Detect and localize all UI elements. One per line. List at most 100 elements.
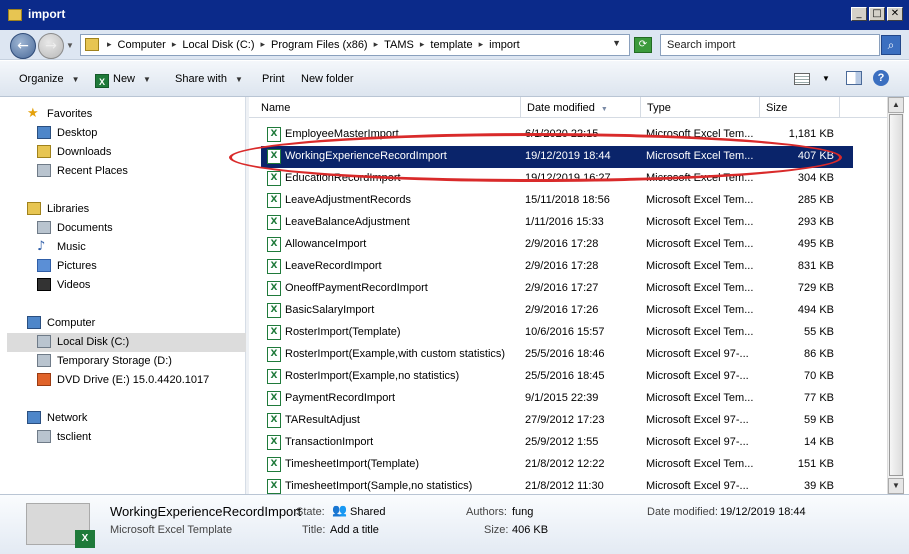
column-date-modified[interactable]: Date modified ▼ — [521, 97, 641, 118]
nav-downloads[interactable]: Downloads — [7, 143, 246, 162]
detail-date-value: 19/12/2019 18:44 — [720, 506, 806, 518]
file-name: BasicSalaryImport — [285, 304, 375, 316]
column-name[interactable]: Name — [255, 97, 521, 118]
forward-button[interactable]: → — [38, 33, 64, 59]
file-row[interactable]: X RosterImport(Example,no statistics) 25/5… — [249, 366, 887, 388]
close-button[interactable]: ✕ — [887, 7, 903, 21]
chevron-right-icon[interactable]: ▸ — [479, 39, 484, 51]
file-row[interactable]: X RosterImport(Example,with custom statis… — [249, 344, 887, 366]
nav-documents[interactable]: Documents — [7, 219, 246, 238]
detail-authors-value[interactable]: fung — [512, 506, 533, 518]
crumb-template[interactable]: template — [430, 39, 472, 51]
excel-file-icon: X — [267, 435, 281, 450]
nav-dvd-drive[interactable]: DVD Drive (E:) 15.0.4420.1017 — [7, 371, 246, 390]
file-name: TimesheetImport(Template) — [285, 458, 420, 470]
crumb-tams[interactable]: TAMS — [384, 39, 414, 51]
chevron-right-icon[interactable]: ▸ — [107, 39, 112, 51]
back-button[interactable]: ← — [10, 33, 36, 59]
new-button[interactable]: X New ▼ — [95, 73, 151, 88]
search-input[interactable]: Search import — [660, 34, 880, 56]
address-bar[interactable]: ▸ Computer ▸ Local Disk (C:) ▸ Program F… — [80, 34, 630, 56]
network-share-icon — [37, 430, 51, 443]
scroll-down-button[interactable]: ▼ — [888, 478, 904, 494]
file-row[interactable]: X RosterImport(Template) 10/6/2016 15:57 Mi… — [249, 322, 887, 344]
file-type: Microsoft Excel Tem... — [646, 194, 754, 206]
address-row: ← → ▼ ▸ Computer ▸ Local Disk (C:) ▸ Pro… — [0, 30, 909, 60]
file-row[interactable]: X EmployeeMasterImport 6/1/2020 22:15 Micro… — [249, 124, 887, 146]
new-label: New — [113, 73, 136, 85]
title-bar: import _ □ ✕ — [0, 0, 909, 30]
nav-label: Downloads — [57, 146, 112, 158]
chevron-down-icon: ▼ — [234, 75, 243, 84]
crumb-computer[interactable]: Computer — [118, 39, 166, 51]
music-icon: ♪ — [37, 239, 46, 254]
file-row[interactable]: X LeaveRecordImport 2/9/2016 17:28 Microsof… — [249, 256, 887, 278]
libraries-icon — [27, 202, 41, 215]
nav-videos[interactable]: Videos — [7, 276, 246, 295]
chevron-right-icon[interactable]: ▸ — [420, 39, 425, 51]
detail-filename: WorkingExperienceRecordImport — [110, 504, 302, 519]
file-type: Microsoft Excel Tem... — [646, 260, 754, 272]
excel-file-icon: X — [267, 479, 281, 494]
nav-tsclient[interactable]: tsclient — [7, 428, 246, 447]
file-row[interactable]: X TimesheetImport(Template) 21/8/2012 12:2… — [249, 454, 887, 476]
file-row[interactable]: X TransactionImport 25/9/2012 1:55 Microsof… — [249, 432, 887, 454]
crumb-local-disk[interactable]: Local Disk (C:) — [182, 39, 254, 51]
vertical-scrollbar[interactable]: ▲ ▼ — [887, 97, 904, 494]
column-size[interactable]: Size — [760, 97, 840, 118]
videos-icon — [37, 278, 51, 291]
scroll-up-button[interactable]: ▲ — [888, 97, 904, 113]
column-type[interactable]: Type — [641, 97, 760, 118]
nav-music[interactable]: ♪ Music — [7, 238, 246, 257]
crumb-import[interactable]: import — [489, 39, 520, 51]
file-row[interactable]: X AllowanceImport 2/9/2016 17:28 Microsoft … — [249, 234, 887, 256]
refresh-button[interactable]: ⟳ — [634, 37, 652, 53]
file-date: 2/9/2016 17:28 — [525, 238, 599, 250]
nav-desktop[interactable]: Desktop — [7, 124, 246, 143]
nav-recent-places[interactable]: Recent Places — [7, 162, 246, 181]
maximize-button[interactable]: □ — [869, 7, 885, 21]
nav-pictures[interactable]: Pictures — [7, 257, 246, 276]
nav-computer[interactable]: Computer — [7, 314, 246, 333]
crumb-program-files[interactable]: Program Files (x86) — [271, 39, 368, 51]
file-type: Microsoft Excel 97-... — [646, 370, 749, 382]
excel-file-icon: X — [267, 457, 281, 472]
share-with-button[interactable]: Share with ▼ — [175, 73, 243, 85]
scroll-thumb[interactable] — [889, 114, 903, 476]
nav-local-disk[interactable]: Local Disk (C:) — [7, 333, 246, 352]
file-row[interactable]: X WorkingExperienceRecordImport 19/12/2019… — [261, 146, 853, 168]
file-row[interactable]: X PaymentRecordImport 9/1/2015 22:39 Micros… — [249, 388, 887, 410]
nav-temp-storage[interactable]: Temporary Storage (D:) — [7, 352, 246, 371]
chevron-down-icon[interactable]: ▼ — [612, 38, 621, 48]
search-icon[interactable]: ⌕ — [881, 35, 901, 55]
preview-pane-icon[interactable] — [846, 71, 862, 85]
detail-title-input[interactable]: Add a title — [330, 524, 379, 536]
recent-pages-dropdown[interactable]: ▼ — [66, 41, 74, 50]
file-row[interactable]: X LeaveAdjustmentRecords 15/11/2018 18:56 M… — [249, 190, 887, 212]
file-row[interactable]: X TAResultAdjust 27/9/2012 17:23 Microsoft … — [249, 410, 887, 432]
file-name: OneoffPaymentRecordImport — [285, 282, 428, 294]
file-row[interactable]: X EducationRecordImport 19/12/2019 16:27 Mi… — [249, 168, 887, 190]
nav-libraries[interactable]: Libraries — [7, 200, 246, 219]
file-row[interactable]: X TimesheetImport(Sample,no statistics) 21… — [249, 476, 887, 494]
nav-favorites[interactable]: ★ Favorites — [7, 105, 246, 124]
organize-button[interactable]: Organize ▼ — [19, 73, 80, 85]
file-row[interactable]: X LeaveBalanceAdjustment 1/11/2016 15:33 Mi… — [249, 212, 887, 234]
print-button[interactable]: Print — [262, 73, 285, 85]
file-row[interactable]: X OneoffPaymentRecordImport 2/9/2016 17:27… — [249, 278, 887, 300]
file-name: TransactionImport — [285, 436, 374, 448]
chevron-down-icon[interactable]: ▼ — [822, 74, 830, 83]
file-date: 2/9/2016 17:26 — [525, 304, 599, 316]
file-row[interactable]: X BasicSalaryImport 2/9/2016 17:26 Microsof… — [249, 300, 887, 322]
view-options-icon[interactable] — [794, 73, 810, 85]
help-icon[interactable]: ? — [873, 70, 889, 86]
minimize-button[interactable]: _ — [851, 7, 867, 21]
chevron-right-icon[interactable]: ▸ — [260, 39, 265, 51]
file-date: 21/8/2012 11:30 — [525, 480, 604, 492]
chevron-right-icon[interactable]: ▸ — [172, 39, 177, 51]
nav-network[interactable]: Network — [7, 409, 246, 428]
file-size: 285 KB — [797, 194, 834, 206]
recent-places-icon — [37, 164, 51, 177]
new-folder-button[interactable]: New folder — [301, 73, 354, 85]
chevron-right-icon[interactable]: ▸ — [374, 39, 379, 51]
